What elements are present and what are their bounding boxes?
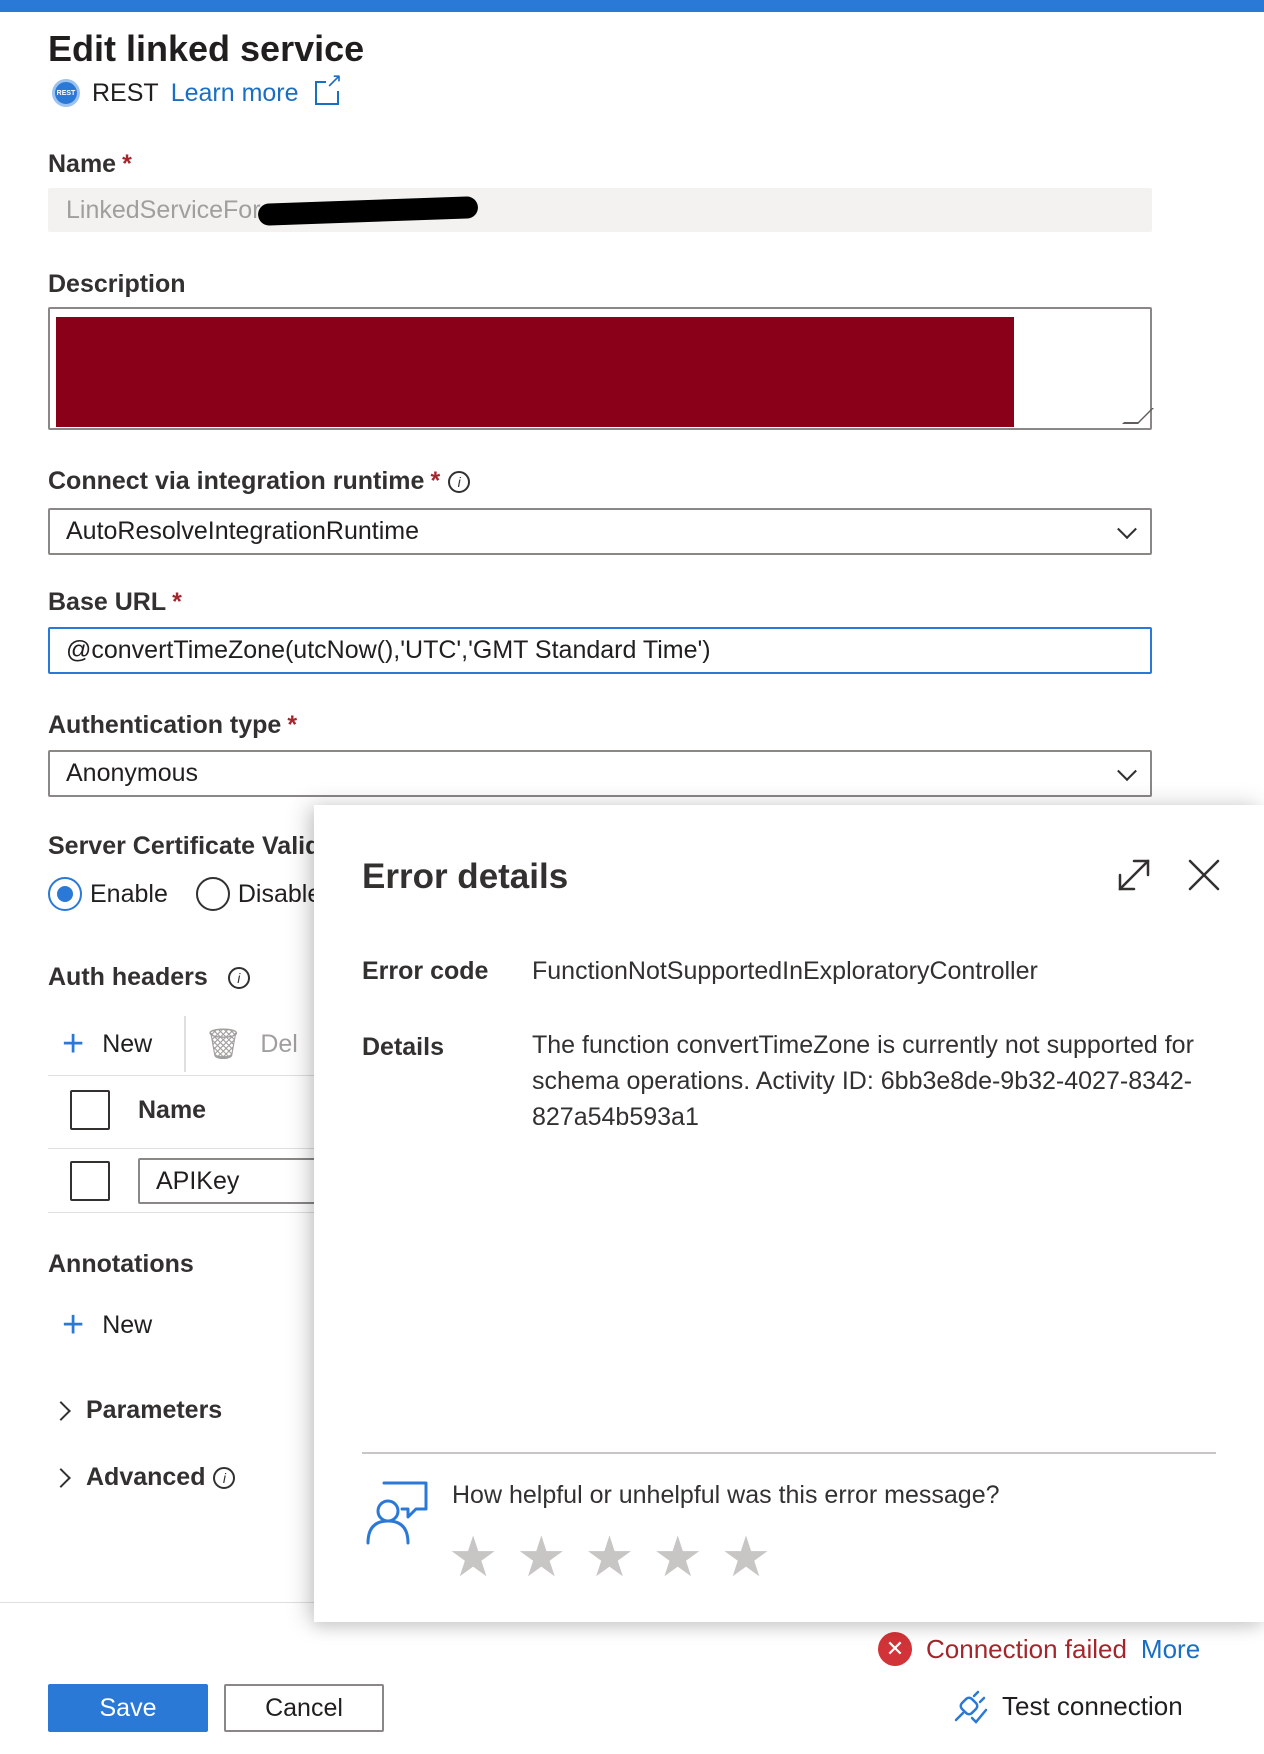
header-name-value: APIKey — [156, 1166, 240, 1195]
table-divider — [48, 1212, 318, 1213]
feedback-icon — [366, 1481, 428, 1545]
name-input-value: LinkedServiceFor — [66, 195, 261, 224]
advanced-label: Advanced — [86, 1463, 206, 1491]
plus-icon[interactable]: + — [62, 1306, 84, 1344]
close-icon[interactable] — [1184, 855, 1224, 895]
panel-divider — [362, 1452, 1216, 1454]
auth-type-select[interactable]: Anonymous — [48, 750, 1152, 797]
delete-header-button[interactable]: Del — [260, 1030, 298, 1059]
details-label: Details — [362, 1033, 444, 1061]
chevron-down-icon — [1117, 518, 1137, 539]
auth-headers-toolbar: + New 🗑 Del — [62, 1016, 298, 1072]
new-annotation-button[interactable]: New — [102, 1311, 152, 1340]
new-header-button[interactable]: New — [102, 1030, 152, 1059]
feedback-question: How helpful or unhelpful was this error … — [452, 1481, 1000, 1509]
base-url-input[interactable]: @convertTimeZone(utcNow(),'UTC','GMT Sta… — [48, 627, 1152, 674]
info-icon[interactable]: i — [213, 1466, 236, 1489]
error-code-value: FunctionNotSupportedInExploratoryControl… — [532, 957, 1038, 985]
auth-headers-label: Auth headers i — [48, 963, 250, 992]
runtime-select[interactable]: AutoResolveIntegrationRuntime — [48, 508, 1152, 555]
server-cert-label: Server Certificate Valid — [48, 832, 321, 860]
parameters-expander[interactable]: Parameters — [51, 1396, 223, 1425]
name-label-text: Name — [48, 150, 117, 178]
toolbar-divider — [184, 1016, 187, 1072]
auth-type-label-text: Authentication type — [48, 711, 282, 739]
chevron-right-icon — [51, 1467, 71, 1488]
star-icon[interactable]: ★ — [516, 1529, 566, 1585]
table-divider — [48, 1148, 318, 1149]
header-name-input[interactable]: APIKey — [138, 1158, 338, 1204]
top-accent-bar — [0, 0, 1264, 12]
annotations-label: Annotations — [48, 1250, 194, 1278]
external-link-icon[interactable] — [314, 71, 343, 105]
base-url-input-value: @convertTimeZone(utcNow(),'UTC','GMT Sta… — [66, 636, 711, 664]
required-mark: * — [172, 588, 182, 616]
learn-more-link[interactable]: Learn more — [171, 79, 299, 108]
auth-headers-label-text: Auth headers — [48, 963, 208, 991]
chevron-down-icon — [1117, 760, 1137, 781]
plug-icon — [954, 1690, 988, 1724]
plus-icon[interactable]: + — [62, 1025, 84, 1063]
parameters-label: Parameters — [86, 1396, 223, 1424]
redaction-block — [56, 317, 1014, 427]
error-details-panel: Error details Error code FunctionNotSupp… — [314, 805, 1264, 1622]
expand-icon[interactable] — [1114, 855, 1154, 895]
status-text: Connection failed — [926, 1633, 1127, 1664]
select-all-checkbox[interactable] — [70, 1090, 110, 1130]
base-url-label-text: Base URL — [48, 588, 167, 616]
required-mark: * — [287, 711, 298, 739]
error-panel-title: Error details — [362, 857, 569, 896]
auth-type-label: Authentication type * — [48, 711, 297, 740]
error-code-label: Error code — [362, 957, 489, 985]
server-cert-radio-group: Enable Disable — [48, 877, 321, 911]
radio-enable-label: Enable — [90, 879, 168, 908]
name-label: Name * — [48, 150, 132, 179]
chevron-right-icon — [51, 1400, 71, 1421]
runtime-label: Connect via integration runtime * i — [48, 467, 471, 496]
info-icon[interactable]: i — [448, 471, 471, 494]
details-value: The function convertTimeZone is currentl… — [532, 1031, 1194, 1131]
row-checkbox[interactable] — [70, 1161, 110, 1201]
runtime-select-value: AutoResolveIntegrationRuntime — [66, 517, 419, 545]
radio-disable[interactable]: Disable — [195, 877, 322, 911]
headers-table-header: Name — [70, 1090, 206, 1130]
name-input[interactable]: LinkedServiceFor — [48, 188, 1152, 232]
required-mark: * — [430, 467, 441, 495]
rest-icon: REST — [52, 79, 80, 107]
radio-disable-label: Disable — [237, 879, 322, 908]
cancel-button[interactable]: Cancel — [224, 1684, 384, 1732]
trash-icon[interactable]: 🗑 — [204, 1027, 242, 1062]
star-icon[interactable]: ★ — [721, 1529, 771, 1585]
base-url-label: Base URL * — [48, 588, 182, 617]
advanced-expander[interactable]: Advanced i — [51, 1463, 236, 1492]
table-row: APIKey — [70, 1158, 338, 1204]
required-mark: * — [122, 150, 132, 178]
radio-button[interactable] — [195, 877, 230, 911]
description-label: Description — [48, 270, 186, 298]
test-connection-button[interactable]: Test connection — [952, 1688, 1183, 1724]
save-button[interactable]: Save — [48, 1684, 208, 1732]
auth-type-select-value: Anonymous — [66, 759, 199, 787]
page-title: Edit linked service — [48, 28, 365, 69]
error-icon: ✕ — [878, 1632, 912, 1666]
radio-button[interactable] — [48, 877, 82, 911]
runtime-label-text: Connect via integration runtime — [48, 467, 425, 495]
more-link[interactable]: More — [1141, 1634, 1200, 1665]
service-type-row: REST REST Learn more — [52, 71, 343, 110]
connection-status: ✕ Connection failed More — [878, 1632, 1200, 1666]
table-divider — [48, 1075, 318, 1076]
star-icon[interactable]: ★ — [448, 1529, 498, 1585]
description-textarea[interactable] — [48, 307, 1154, 430]
star-icon[interactable]: ★ — [653, 1529, 703, 1585]
test-connection-label: Test connection — [1002, 1690, 1183, 1721]
service-type-label: REST — [92, 78, 159, 107]
star-icon[interactable]: ★ — [584, 1529, 634, 1585]
annotations-toolbar: + New — [62, 1306, 152, 1344]
info-icon[interactable]: i — [227, 967, 250, 990]
rating-stars: ★ ★ ★ ★ ★ — [448, 1529, 771, 1585]
radio-enable[interactable]: Enable — [48, 877, 168, 911]
resize-grip-icon[interactable] — [1122, 408, 1154, 424]
headers-name-column: Name — [138, 1095, 207, 1124]
